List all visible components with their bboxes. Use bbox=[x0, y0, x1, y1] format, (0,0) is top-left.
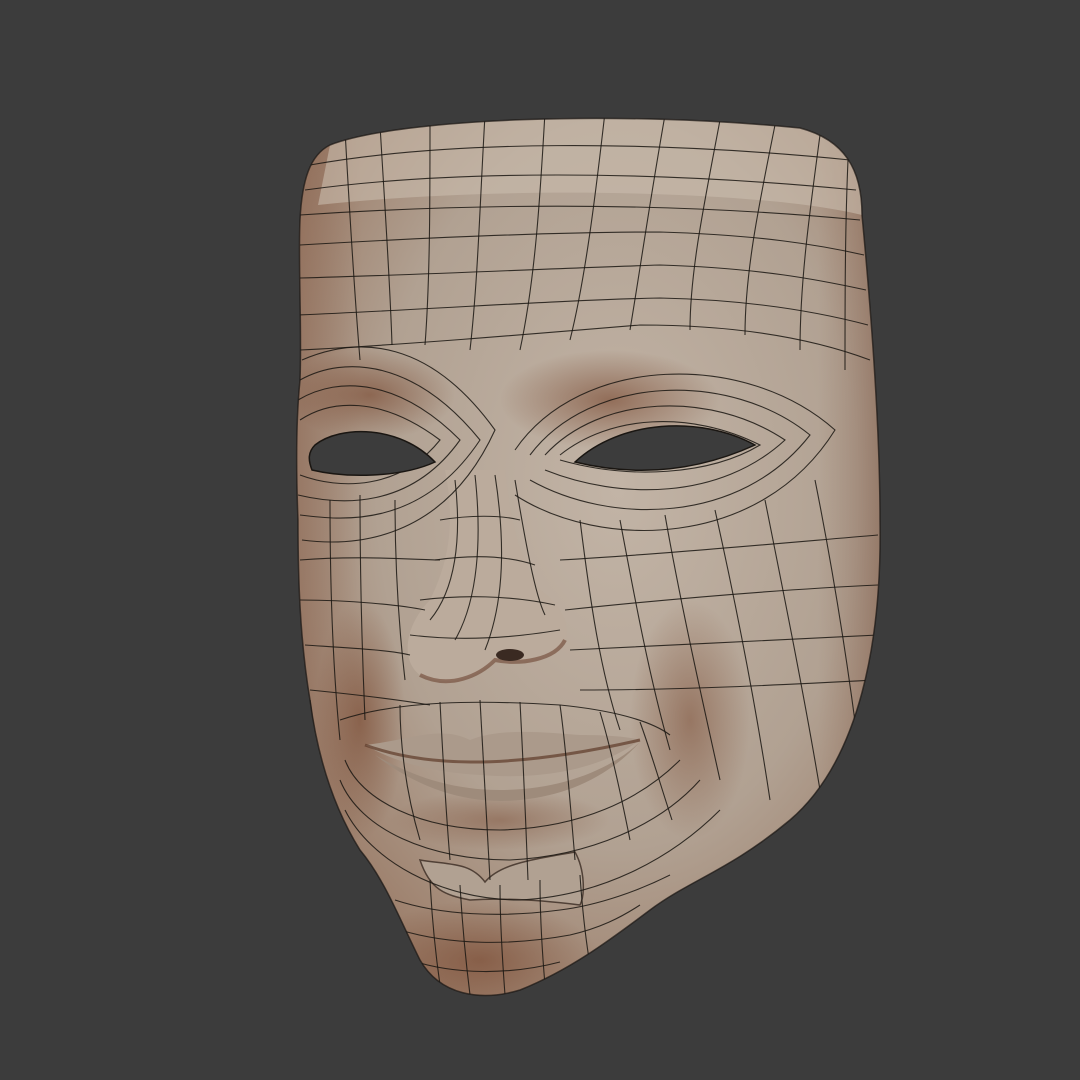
render-viewport bbox=[0, 0, 1080, 1080]
mask-body bbox=[296, 118, 881, 996]
nostril-icon bbox=[496, 649, 524, 661]
mask-render bbox=[295, 117, 881, 997]
